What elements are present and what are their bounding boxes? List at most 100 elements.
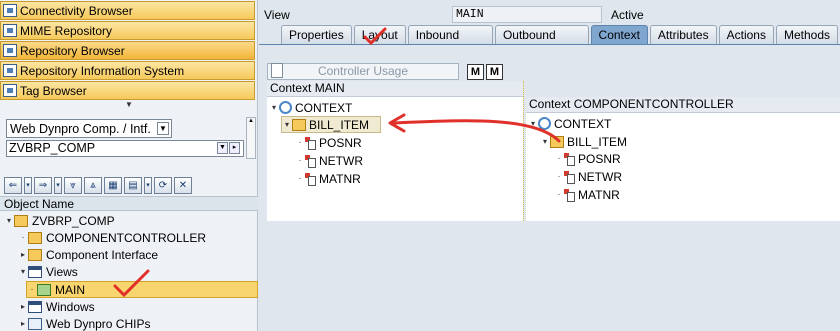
context-node-bill-item[interactable]: ▾ BILL_ITEM [281,116,381,133]
tab-inbound-plugs[interactable]: Inbound Plugs [407,25,493,60]
refresh-icon[interactable]: ⟳ [154,177,172,194]
views-folder-icon [28,265,42,278]
nav-label: Connectivity Browser [20,3,133,18]
nav-tag-browser[interactable]: Tag Browser [0,81,255,100]
object-type-select[interactable]: Web Dynpro Comp. / Intf. ▼ [6,119,172,138]
collapse-triangle-icon[interactable]: ▾ [18,267,28,276]
tag-icon [3,84,17,97]
context-main-pane: Context MAIN ▾ CONTEXT ▾ BILL_ITEM · POS… [267,81,523,221]
nav-label: Repository Information System [20,63,185,78]
tree-item-windows[interactable]: ▸ Windows [18,298,95,315]
scrollbar[interactable]: ▲ [246,117,256,159]
attribute-label: POSNR [578,151,621,166]
view-name-field: MAIN [452,6,602,23]
attribute-icon [564,188,575,202]
context-toolbar: Controller Usage M M [259,45,840,83]
dropdown-icon[interactable]: ▾ [144,177,152,194]
binoculars-icon[interactable]: M [467,64,484,80]
expand-triangle-icon[interactable]: ▸ [18,302,28,311]
collapse-triangle-icon[interactable]: ▾ [282,120,292,129]
tree-item-componentcontroller[interactable]: · COMPONENTCONTROLLER [18,229,206,246]
expand-triangle-icon[interactable]: ▸ [18,319,28,328]
display-icon[interactable]: ▸ [229,142,240,154]
pane-splitter[interactable] [523,81,525,221]
collapse-triangle-icon[interactable]: ▾ [4,216,14,225]
repository-icon [3,44,17,57]
attribute-icon [305,136,316,150]
collapse-icon[interactable]: ⩔ [64,177,82,194]
node-icon [292,118,306,131]
component-icon [14,214,28,227]
hierarchy-icon[interactable]: ▦ [104,177,122,194]
status-badge: Active [611,8,644,22]
context-attribute[interactable]: · POSNR [295,134,362,151]
tree-item-label: MAIN [55,282,85,297]
tree-item-label: Web Dynpro CHIPs [46,316,151,331]
annotation-checkmark [113,269,150,298]
tab-properties[interactable]: Properties [281,25,352,44]
attribute-icon [564,152,575,166]
tree-item-label: ZVBRP_COMP [32,213,115,228]
collapse-triangle-icon[interactable]: ▾ [269,103,279,112]
object-name-header: Object Name [0,196,258,211]
dropdown-icon[interactable]: ▾ [24,177,32,194]
context-component-pane: Context COMPONENTCONTROLLER ▾ CONTEXT ▾ … [526,97,840,221]
dropdown-icon[interactable]: ▾ [54,177,62,194]
tab-attributes[interactable]: Attributes [649,25,717,44]
context-root-label: CONTEXT [295,100,353,115]
tree-bullet: · [30,284,34,295]
interface-icon [28,248,42,261]
object-name-value: ZVBRP_COMP [9,141,96,155]
left-panel: Connectivity Browser MIME Repository Rep… [0,0,258,331]
chevron-down-icon[interactable]: ▼ [157,122,169,135]
tree-item-web-dynpro-chips[interactable]: ▸ Web Dynpro CHIPs [18,315,151,331]
tab-outbound-plugs[interactable]: Outbound Plugs [494,25,589,60]
expand-icon[interactable]: ⩓ [84,177,102,194]
controller-usage-button[interactable]: Controller Usage [267,63,459,80]
context-attribute[interactable]: · MATNR [554,186,620,203]
context-attribute[interactable]: · NETWR [554,168,622,185]
mime-icon [3,24,17,37]
context-node-label: BILL_ITEM [309,117,370,132]
context-node-label: BILL_ITEM [567,134,628,149]
windows-icon [28,300,42,313]
attribute-label: MATNR [319,171,361,186]
tree-item-label: Views [46,264,78,279]
view-icon [37,283,51,296]
value-help-icon[interactable]: ▼ [217,142,228,154]
nav-label: MIME Repository [20,23,113,38]
find-next-icon[interactable]: M [486,64,503,80]
object-toolbar: ⇐ ▾ ⇒ ▾ ⩔ ⩓ ▦ ▤ ▾ ⟳ ✕ [4,177,192,194]
view-label: View [264,8,290,22]
expand-triangle-icon[interactable]: ▸ [18,250,28,259]
tree-item-component[interactable]: ▾ ZVBRP_COMP [4,212,115,229]
context-attribute[interactable]: · POSNR [554,150,621,167]
tree-bullet: · [298,155,302,166]
tree-item-component-interface[interactable]: ▸ Component Interface [18,246,158,263]
nav-repository-browser[interactable]: Repository Browser [0,41,255,60]
tree-bullet: · [557,189,561,200]
context-attribute[interactable]: · MATNR [295,170,361,187]
back-arrow-icon[interactable]: ⇐ [4,177,22,194]
tree-item-views[interactable]: ▾ Views [18,263,78,280]
tab-methods[interactable]: Methods [775,25,838,44]
annotation-checkmark [363,27,387,46]
close-icon[interactable]: ✕ [174,177,192,194]
context-root[interactable]: ▾ CONTEXT [269,99,352,116]
context-component-title: Context COMPONENTCONTROLLER [526,97,840,113]
tab-context[interactable]: Context [590,25,648,44]
object-name-input[interactable]: ZVBRP_COMP ▼ ▸ [6,140,244,157]
forward-arrow-icon[interactable]: ⇒ [34,177,52,194]
splitter-handle[interactable]: ▼ [0,100,258,110]
nav-mime-repository[interactable]: MIME Repository [0,21,255,40]
grid-icon[interactable]: ▤ [124,177,142,194]
attribute-icon [305,172,316,186]
tab-actions[interactable]: Actions [718,25,774,44]
context-attribute[interactable]: · NETWR [295,152,363,169]
nav-connectivity-browser[interactable]: Connectivity Browser [0,1,255,20]
tree-item-label: Windows [46,299,95,314]
nav-repository-info-system[interactable]: Repository Information System [0,61,255,80]
attribute-label: NETWR [578,169,622,184]
tree-bullet: · [298,173,302,184]
nav-label: Tag Browser [20,83,87,98]
